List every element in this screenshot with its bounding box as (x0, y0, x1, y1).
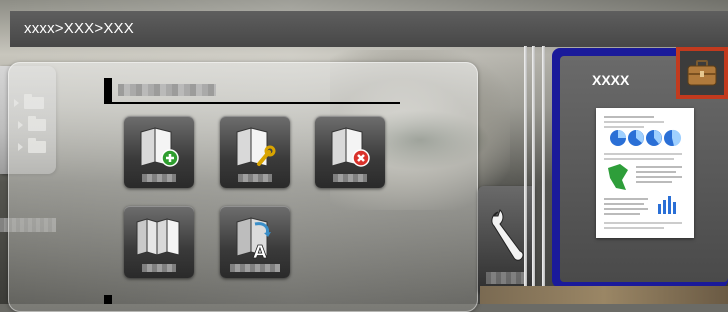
rename-box-button[interactable]: A (220, 206, 290, 278)
device-label: XXXX (592, 72, 630, 88)
edit-box-button[interactable] (220, 116, 290, 188)
divider-rails (520, 46, 556, 304)
tile-caption (142, 174, 176, 182)
copy-box-icon (136, 218, 180, 256)
add-box-icon (140, 127, 179, 167)
add-box-button[interactable] (124, 116, 194, 188)
delete-box-icon (331, 127, 370, 167)
group-marker-2 (104, 295, 112, 304)
rename-box-icon: A (236, 217, 271, 260)
tile-caption (142, 264, 176, 272)
copy-box-button[interactable] (124, 206, 194, 278)
tile-caption (230, 264, 280, 272)
group-label (118, 84, 216, 96)
edit-box-icon (236, 127, 276, 167)
document-preview-icon (604, 116, 682, 229)
group-divider (104, 102, 400, 104)
document-thumbnail[interactable] (596, 108, 694, 238)
tile-caption (238, 174, 272, 182)
briefcase-icon (687, 60, 717, 86)
delete-box-button[interactable] (315, 116, 385, 188)
group-marker (104, 78, 112, 104)
breadcrumb[interactable]: xxxx>XXX>XXX (24, 20, 134, 37)
briefcase-button[interactable] (676, 47, 728, 99)
floor (480, 286, 728, 304)
tile-caption (333, 174, 367, 182)
svg-text:A: A (253, 242, 267, 260)
